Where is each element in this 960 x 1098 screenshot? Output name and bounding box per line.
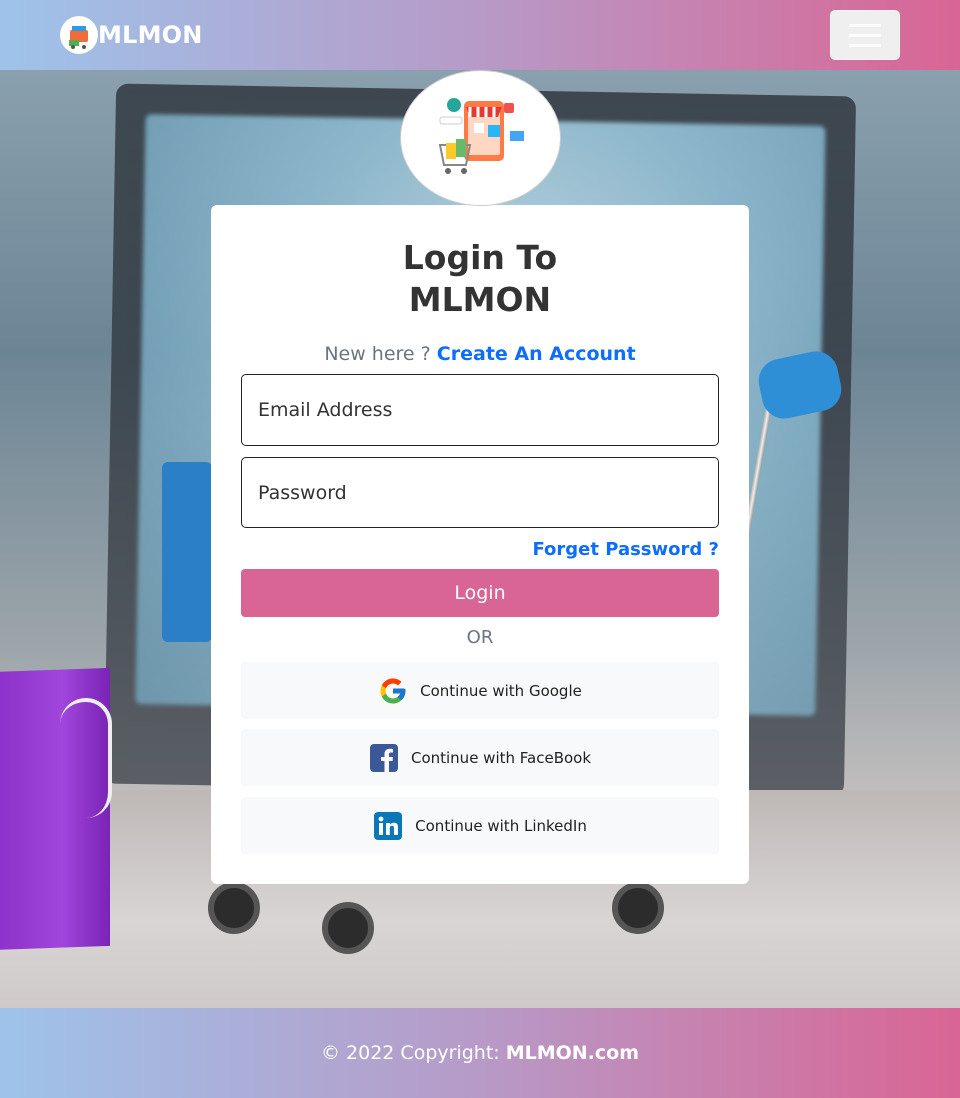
- password-field[interactable]: [241, 457, 719, 528]
- login-button[interactable]: Login: [241, 569, 719, 617]
- linkedin-button-label: Continue with LinkedIn: [415, 816, 587, 835]
- google-button-label: Continue with Google: [420, 681, 582, 700]
- create-account-link[interactable]: Create An Account: [437, 343, 636, 365]
- login-card: Login To MLMON New here ? Create An Acco…: [211, 205, 749, 884]
- google-icon: [378, 676, 408, 706]
- signup-prompt: New here ? Create An Account: [211, 343, 749, 365]
- facebook-icon: [369, 743, 399, 773]
- store-illustration-icon: [400, 70, 561, 206]
- forgot-password-link[interactable]: Forget Password ?: [532, 539, 719, 560]
- login-title-line1: Login To: [402, 238, 558, 277]
- facebook-login-button[interactable]: Continue with FaceBook: [241, 729, 719, 786]
- top-navbar: MLMON: [0, 0, 960, 70]
- brand-link[interactable]: MLMON: [60, 16, 203, 54]
- facebook-button-label: Continue with FaceBook: [410, 748, 592, 767]
- page-footer: © 2022 Copyright: MLMON.com: [0, 1008, 960, 1098]
- footer-site-name: MLMON.com: [505, 1042, 639, 1064]
- hamburger-menu-icon[interactable]: [830, 10, 900, 60]
- linkedin-login-button[interactable]: Continue with LinkedIn: [241, 797, 719, 854]
- login-title-line2: MLMON: [408, 280, 552, 319]
- linkedin-icon: [373, 811, 403, 841]
- shopping-logo-icon: [60, 16, 98, 54]
- or-divider: OR: [466, 627, 494, 648]
- google-login-button[interactable]: Continue with Google: [241, 662, 719, 719]
- copyright-text: © 2022 Copyright:: [321, 1042, 500, 1064]
- brand-name: MLMON: [98, 21, 203, 49]
- login-title: Login To MLMON: [211, 237, 749, 321]
- new-here-text: New here ?: [324, 343, 431, 365]
- email-field[interactable]: [241, 374, 719, 446]
